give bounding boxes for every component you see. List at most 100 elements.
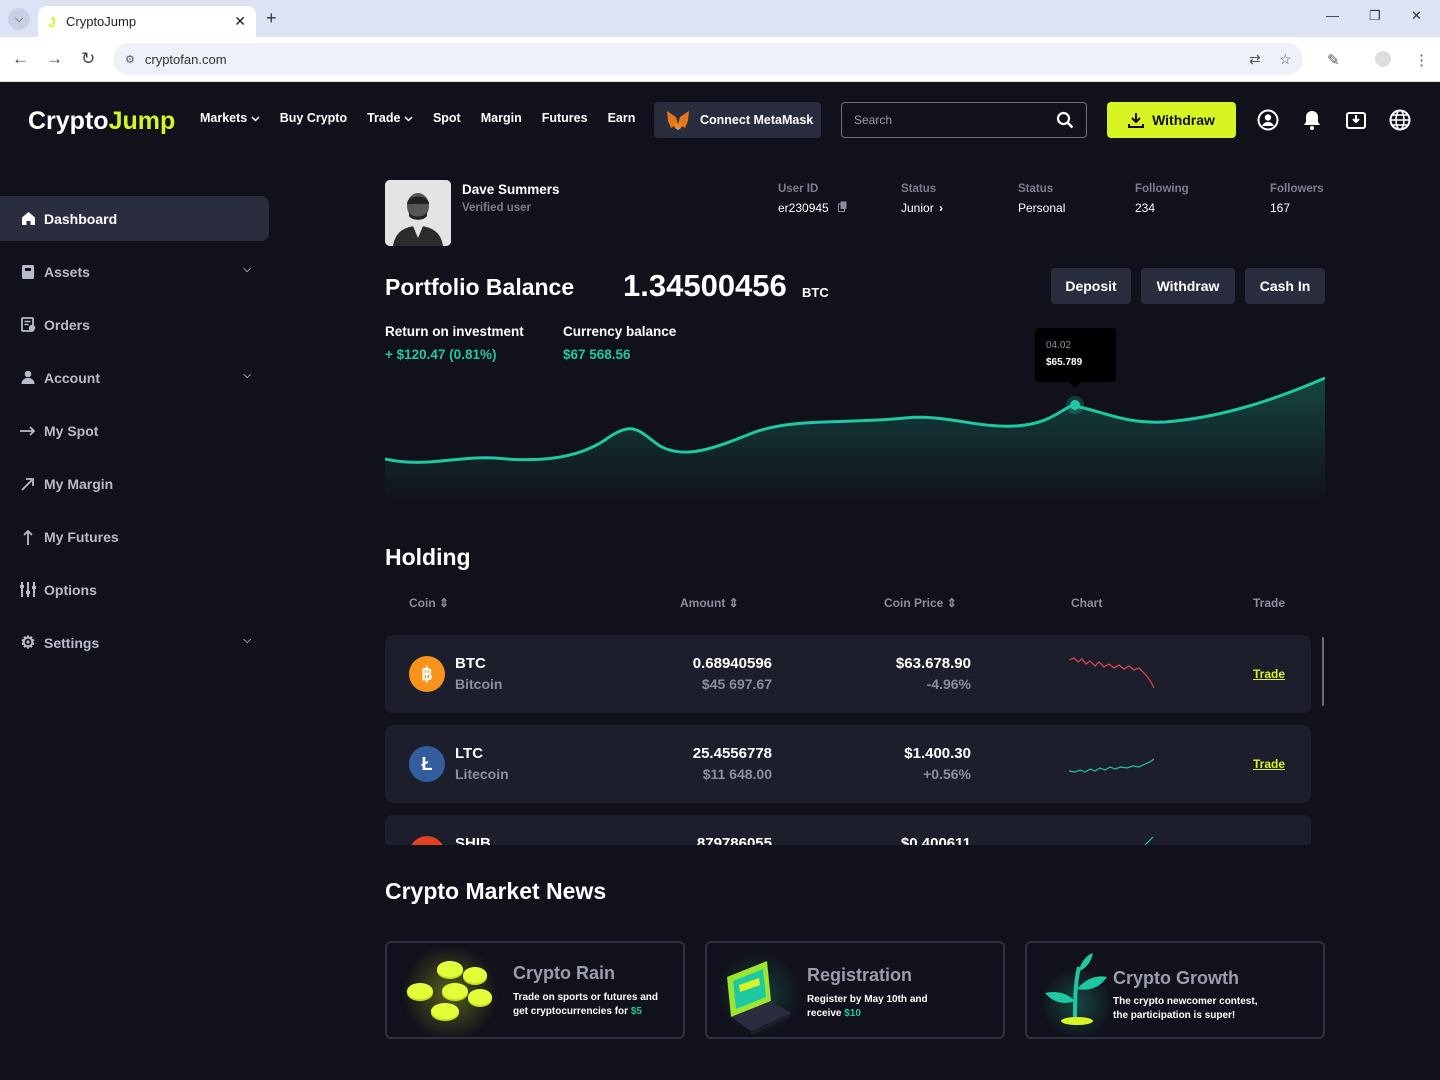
minimize-icon[interactable]: —: [1326, 8, 1339, 23]
table-row[interactable]: SHIB 879786055 $0.400611: [385, 815, 1311, 845]
sidebar-item-label: Account: [44, 369, 100, 386]
column-header-price[interactable]: Coin Price ⇕: [884, 596, 957, 610]
sidebar-item-label: Assets: [44, 263, 90, 280]
tooltip-value: $65.789: [1046, 357, 1083, 368]
holding-scrollbar[interactable]: [1322, 637, 1324, 706]
news-card-crypto-rain[interactable]: Crypto Rain Trade on sports or futures a…: [385, 941, 685, 1039]
browser-tab-bar: ⌵ J CryptoJump ✕ + — ❐ ✕: [0, 0, 1440, 37]
tab-search-button[interactable]: ⌵: [8, 8, 30, 30]
sidebar-item-my-futures[interactable]: My Futures: [0, 514, 269, 559]
news-card-description: Register by May 10th and receive $10: [807, 994, 928, 1019]
avatar[interactable]: [385, 180, 451, 246]
tab-close-icon[interactable]: ✕: [234, 13, 246, 30]
browser-tab[interactable]: J CryptoJump ✕: [38, 6, 256, 37]
user-circle-icon[interactable]: [1257, 109, 1279, 131]
withdraw-header-label: Withdraw: [1152, 112, 1215, 128]
column-header-coin[interactable]: Coin ⇕: [409, 596, 449, 610]
stat-label: Status: [1018, 183, 1054, 195]
window-close-icon[interactable]: ✕: [1411, 8, 1422, 24]
back-icon[interactable]: ←: [12, 49, 29, 69]
news-card-crypto-growth[interactable]: Crypto Growth The crypto newcomer contes…: [1025, 941, 1325, 1039]
favicon-icon: J: [48, 13, 56, 30]
stat-followers[interactable]: Followers 167: [1270, 183, 1324, 215]
site-info-icon[interactable]: ⚙: [125, 53, 135, 66]
portfolio-balance-unit: BTC: [802, 285, 829, 300]
withdraw-button[interactable]: Withdraw: [1141, 268, 1235, 304]
portfolio-chart[interactable]: [385, 328, 1325, 500]
nav-margin[interactable]: Margin: [481, 111, 522, 125]
nav-buy-crypto[interactable]: Buy Crypto: [280, 111, 347, 125]
bell-icon[interactable]: [1301, 109, 1323, 131]
sprout-icon: [1041, 953, 1113, 1037]
new-tab-icon[interactable]: +: [266, 8, 277, 29]
news-card-registration[interactable]: Registration Register by May 10th and re…: [705, 941, 1005, 1039]
extensions-icon[interactable]: ✎: [1327, 51, 1340, 69]
connect-metamask-button[interactable]: Connect MetaMask: [654, 102, 821, 138]
column-header-amount[interactable]: Amount ⇕: [680, 596, 739, 610]
browser-profile-avatar[interactable]: [1375, 51, 1391, 67]
cash-in-button[interactable]: Cash In: [1245, 268, 1325, 304]
withdraw-header-button[interactable]: Withdraw: [1107, 102, 1236, 138]
stat-status-level[interactable]: Status Junior ›: [901, 183, 943, 215]
bitcoin-icon: ฿: [409, 656, 445, 692]
search-icon[interactable]: [1056, 111, 1074, 129]
nav-futures[interactable]: Futures: [542, 111, 588, 125]
sidebar-item-my-spot[interactable]: My Spot: [0, 408, 269, 453]
sidebar-item-options[interactable]: Options: [0, 567, 269, 612]
sidebar-item-account[interactable]: Account ⌵: [0, 355, 269, 400]
column-header-trade: Trade: [1253, 596, 1286, 610]
stat-following[interactable]: Following 234: [1135, 183, 1189, 215]
sidebar-item-orders[interactable]: Orders: [0, 302, 269, 347]
table-row[interactable]: Ł LTC Litecoin 25.4556778 $11 648.00 $1.…: [385, 725, 1311, 803]
stat-value: Junior: [901, 201, 934, 215]
coin-price: $63.678.90: [895, 655, 971, 672]
main-nav: Markets Buy Crypto Trade Spot Margin Fut…: [200, 111, 635, 125]
holding-list[interactable]: ฿ BTC Bitcoin 0.68940596 $45 697.67 $63.…: [385, 635, 1325, 845]
forward-icon[interactable]: →: [46, 49, 63, 69]
sidebar-item-label: My Spot: [44, 422, 99, 439]
globe-icon[interactable]: [1389, 109, 1411, 131]
bookmark-star-icon[interactable]: ☆: [1279, 51, 1292, 68]
browser-toolbar: ← → ↻ ⚙ cryptofan.com ⇄ ☆ ✎ ⋮: [0, 37, 1440, 82]
nav-spot[interactable]: Spot: [433, 111, 461, 125]
wallet-icon: [20, 264, 36, 280]
coin-price: $1.400.30: [904, 745, 971, 762]
copy-icon[interactable]: [838, 201, 847, 212]
stat-value: 167: [1270, 201, 1291, 215]
app-logo[interactable]: CryptoJump: [28, 107, 175, 136]
address-bar[interactable]: ⚙ cryptofan.com ⇄ ☆: [113, 43, 1303, 75]
translate-icon[interactable]: ⇄: [1249, 51, 1261, 68]
nav-earn[interactable]: Earn: [608, 111, 636, 125]
chart-area: [385, 378, 1325, 500]
sort-icon: ⇕: [946, 596, 957, 610]
nav-markets[interactable]: Markets: [200, 111, 260, 125]
sort-icon: ⇕: [728, 596, 739, 610]
inbox-download-icon[interactable]: [1345, 109, 1367, 131]
news-card-description: Trade on sports or futures and get crypt…: [513, 992, 659, 1017]
holding-title: Holding: [385, 544, 471, 570]
restore-icon[interactable]: ❐: [1369, 8, 1381, 24]
coin-amount-usd: $11 648.00: [702, 766, 772, 782]
coin-amount: 0.68940596: [692, 655, 772, 672]
coin-amount: 25.4556778: [692, 745, 772, 762]
sidebar-item-dashboard[interactable]: Dashboard: [0, 196, 269, 241]
sidebar-item-settings[interactable]: ⚙ Settings ⌵: [0, 620, 269, 665]
search-input[interactable]: [854, 113, 1056, 127]
chevron-down-icon[interactable]: ⌵: [243, 370, 251, 381]
profile-name: Dave Summers: [462, 182, 560, 197]
browser-menu-icon[interactable]: ⋮: [1414, 51, 1429, 69]
nav-trade[interactable]: Trade: [367, 111, 413, 125]
table-row[interactable]: ฿ BTC Bitcoin 0.68940596 $45 697.67 $63.…: [385, 635, 1311, 713]
sidebar-item-assets[interactable]: Assets ⌵: [0, 249, 269, 294]
sort-icon: ⇕: [439, 596, 450, 610]
sidebar-item-my-margin[interactable]: My Margin: [0, 461, 269, 506]
deposit-button[interactable]: Deposit: [1051, 268, 1131, 304]
reload-icon[interactable]: ↻: [81, 49, 95, 69]
search-box: [841, 102, 1087, 138]
trade-link[interactable]: Trade: [1253, 757, 1285, 771]
chevron-down-icon[interactable]: ⌵: [243, 264, 251, 275]
coin-change: +0.56%: [923, 766, 971, 782]
chevron-down-icon: [404, 116, 413, 122]
chevron-down-icon[interactable]: ⌵: [243, 635, 251, 646]
trade-link[interactable]: Trade: [1253, 667, 1285, 681]
